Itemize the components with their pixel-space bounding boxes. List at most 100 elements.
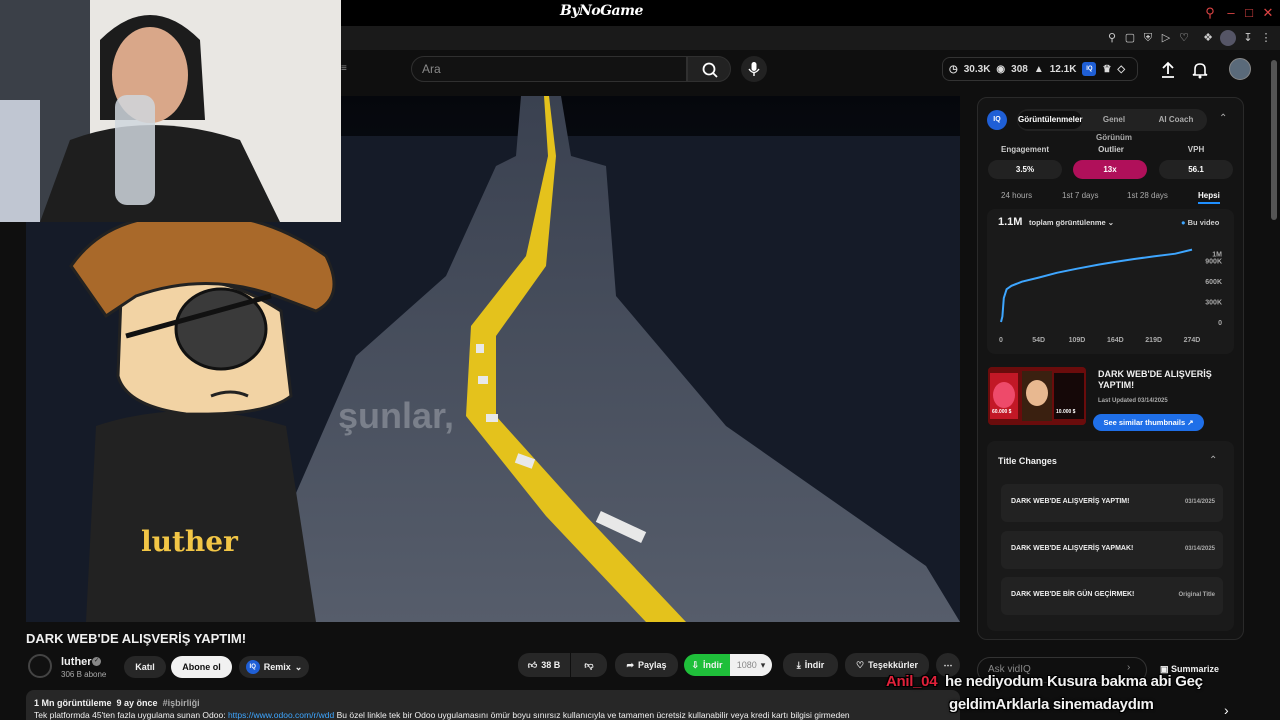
thumbs-up-icon: 👍︎: [527, 659, 538, 670]
see-similar-button[interactable]: See similar thumbnails ↗: [1093, 414, 1204, 431]
like-icon: ▲: [1033, 63, 1044, 75]
quality-select[interactable]: 1080 ▾: [730, 654, 772, 676]
share-icon: ➦: [626, 659, 634, 670]
title-change-item: DARK WEB'DE ALIŞVERİŞ YAPMAK! 03/14/2025: [1001, 531, 1223, 569]
dislike-button[interactable]: 👎︎: [571, 653, 607, 677]
search-icon: [702, 62, 718, 78]
eye-icon: ◉: [996, 63, 1006, 75]
download-button[interactable]: ⤓ İndir: [783, 653, 838, 677]
heart-icon[interactable]: ♡: [1176, 30, 1192, 46]
chart-metric-select[interactable]: toplam görüntülenme ⌄: [1029, 218, 1114, 227]
external-link-icon: ↗: [1187, 418, 1194, 427]
share-label: Paylaş: [638, 660, 667, 670]
chevron-down-icon: ⌄: [294, 661, 303, 672]
video-subtitle: şunlar,: [338, 395, 454, 436]
search-button[interactable]: [687, 56, 731, 82]
scrollbar[interactable]: [1271, 60, 1277, 220]
metric-value-engagement: 3.5%: [988, 160, 1062, 179]
chat-username: Anil_04: [886, 673, 938, 690]
upload-icon: [1162, 61, 1174, 78]
tab-icon[interactable]: ▢: [1122, 30, 1138, 46]
title-change-date: Original Title: [1178, 592, 1215, 598]
range-7d[interactable]: 1st 7 days: [1062, 191, 1098, 200]
tab-ai-coach[interactable]: AI Coach: [1148, 111, 1204, 129]
watching-stat: 308: [1011, 63, 1028, 75]
filter-icon[interactable]: ≡: [341, 63, 353, 75]
ext-download-button[interactable]: ⇩ İndir: [684, 654, 730, 676]
search-icon[interactable]: ⚲: [1201, 4, 1219, 22]
video-title: DARK WEB'DE ALIŞVERİŞ YAPTIM!: [26, 631, 247, 646]
video-thumbnail[interactable]: 60.000 $ 10.000 $: [988, 367, 1086, 425]
puzzle-icon[interactable]: ❖: [1200, 30, 1216, 46]
download-icon[interactable]: ↧: [1240, 30, 1256, 46]
metric-value-outlier: 13x: [1073, 160, 1147, 179]
vidiq-logo-icon: IQ: [245, 660, 260, 674]
minimize-icon[interactable]: –: [1222, 4, 1240, 22]
clock-icon: ◷: [949, 63, 958, 75]
search-input[interactable]: Ara: [411, 56, 687, 82]
verified-icon: ✓: [92, 657, 101, 666]
menu-dots-icon[interactable]: ⋮: [1258, 30, 1274, 46]
tab-views[interactable]: Görüntülenmeler: [1018, 111, 1082, 129]
chart-metric-label: toplam görüntülenme: [1029, 218, 1106, 227]
channel-name[interactable]: luther: [61, 656, 92, 668]
join-button[interactable]: Katıl: [124, 656, 166, 678]
remix-label: Remix: [263, 662, 291, 672]
shirt-text: luther: [141, 525, 239, 558]
description-box[interactable]: 1 Mn görüntüleme 9 ay önce #işbirliği Te…: [26, 690, 960, 720]
pin-icon[interactable]: ⚲: [1104, 30, 1120, 46]
collapse-title-changes-icon[interactable]: ⌃: [1209, 455, 1217, 466]
download-arrow-icon: ⇩: [691, 659, 700, 670]
range-all[interactable]: Hepsi: [1198, 191, 1220, 204]
title-changes-header: Title Changes: [998, 456, 1057, 466]
chart-total: 1.1M: [998, 216, 1023, 228]
like-button[interactable]: 👍︎ 38 B: [518, 653, 570, 677]
extensions-bar: [340, 26, 1280, 50]
channel-avatar[interactable]: [28, 654, 52, 678]
collapse-panel-icon[interactable]: ⌃: [1219, 113, 1227, 124]
view-meta-line: 1 Mn görüntüleme 9 ay önce #işbirliği: [34, 698, 952, 708]
badge-icon: ◇: [1117, 63, 1126, 75]
description-link[interactable]: https://www.odoo.com/r/wdd: [228, 710, 334, 720]
x-tick-label: 109D: [1069, 337, 1086, 344]
thumb-price-1: 60.000 $: [992, 409, 1012, 415]
chat-text-1: he nediyodum Kusura bakma abi Geç: [945, 673, 1203, 690]
range-28d[interactable]: 1st 28 days: [1127, 191, 1168, 200]
voice-search-button[interactable]: [741, 56, 767, 82]
app-brand: ByNoGame: [560, 3, 643, 19]
chevron-right-icon[interactable]: ›: [1224, 702, 1229, 718]
vidiq-stats-bar[interactable]: ◷ 30.3K ◉ 308 ▲ 12.1K IQ ♛ ◇: [942, 57, 1138, 81]
range-24h[interactable]: 24 hours: [1001, 191, 1032, 200]
profile-icon[interactable]: [1220, 30, 1236, 46]
play-icon[interactable]: ▷: [1158, 30, 1174, 46]
title-change-date: 03/14/2025: [1184, 546, 1215, 552]
chat-message-line-2: geldimArklarla sinemadaydım: [949, 696, 1154, 713]
title-change-text: DARK WEB'DE ALIŞVERİŞ YAPTIM!: [1011, 498, 1130, 505]
download-label: İndir: [804, 660, 825, 670]
description-prefix: Tek platformda 45'ten fazla uygulama sun…: [34, 710, 228, 720]
thumbnail-image: 60.000 $ 10.000 $: [988, 367, 1086, 425]
maximize-icon[interactable]: □: [1240, 4, 1258, 22]
upload-button[interactable]: [1158, 60, 1178, 80]
shield-icon[interactable]: ⛨: [1140, 30, 1156, 46]
series-line: [1000, 248, 1193, 323]
app-root: ByNoGame ⚲ – □ ✕ ⚲ ▢ ⛨ ▷ ♡ ❖ ↧ ⋮ ≡ Ara ◷…: [0, 0, 1280, 720]
y-tick-label: 900K: [1205, 259, 1222, 266]
title-change-date: 03/14/2025: [1184, 499, 1215, 505]
subscribe-button[interactable]: Abone ol: [171, 656, 232, 678]
remix-button[interactable]: IQ Remix ⌄: [239, 656, 309, 678]
thumbnail-title: DARK WEB'DE ALIŞVERİŞ YAPTIM!: [1098, 369, 1212, 390]
x-tick-label: 0: [999, 337, 1003, 344]
share-button[interactable]: ➦ Paylaş: [615, 653, 678, 677]
download-icon: ⤓: [796, 659, 801, 670]
account-avatar[interactable]: [1229, 58, 1251, 80]
close-icon[interactable]: ✕: [1259, 4, 1277, 22]
views-stat: 30.3K: [963, 63, 991, 75]
notifications-button[interactable]: [1190, 60, 1210, 80]
vidiq-logo-icon: IQ: [987, 110, 1007, 130]
x-tick-label: 164D: [1107, 337, 1124, 344]
chat-message-line-1: Anil_04 he nediyodum Kusura bakma abi Ge…: [886, 673, 1203, 690]
hashtag[interactable]: #işbirliği: [163, 698, 200, 708]
last-updated: Last Updated 03/14/2025: [1098, 398, 1168, 404]
tab-overview[interactable]: Genel Görünüm: [1084, 111, 1144, 142]
